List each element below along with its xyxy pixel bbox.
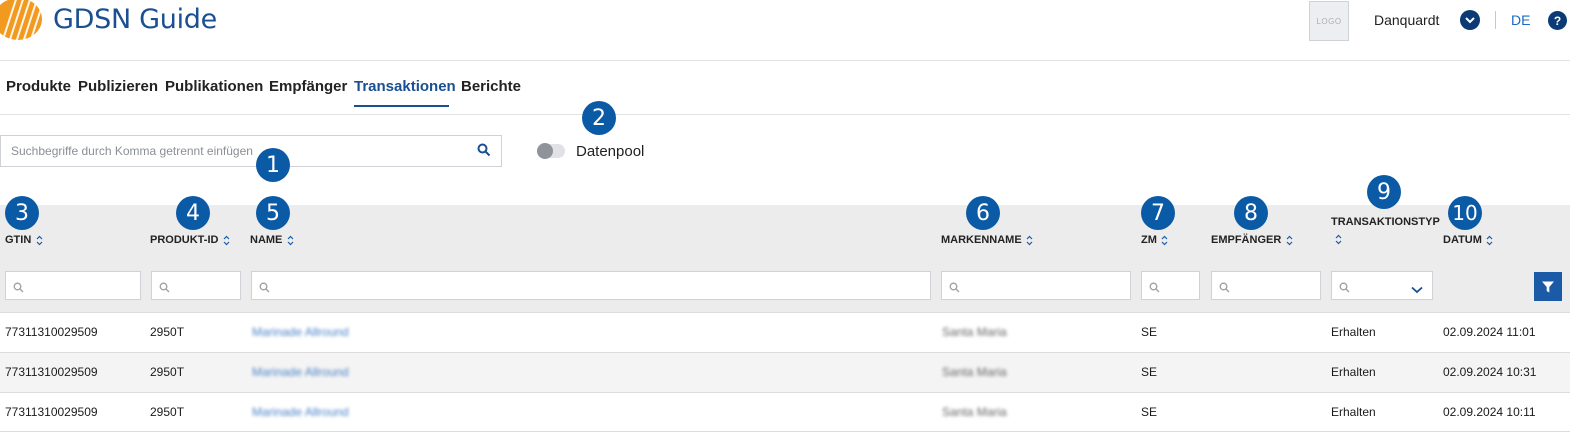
cell-markenname: Santa Maria	[942, 365, 1007, 379]
cell-produkt-id: 2950T	[150, 365, 185, 379]
table-row[interactable]: 77311310029509 2950T Marinade Allround S…	[0, 312, 1570, 352]
cell-datum: 02.09.2024 10:11	[1443, 405, 1536, 419]
callout-badge-4: 4	[176, 196, 210, 230]
column-header-label: EMPFÄNGER	[1211, 234, 1282, 246]
search-icon	[13, 280, 24, 298]
filter-input-empfaenger[interactable]	[1211, 271, 1321, 300]
search-placeholder: Suchbegriffe durch Komma getrennt einfüg…	[11, 144, 253, 158]
filter-select-transaktionstyp[interactable]	[1331, 271, 1433, 300]
main-nav: Produkte Publizieren Publikationen Empfä…	[0, 61, 1570, 115]
company-logo: LOGO	[1309, 1, 1349, 41]
nav-item-empfaenger[interactable]: Empfänger	[269, 78, 347, 95]
search-icon	[159, 280, 170, 298]
datenpool-label: Datenpool	[576, 143, 645, 160]
search-icon	[1339, 280, 1350, 298]
nav-item-transaktionen[interactable]: Transaktionen	[354, 78, 456, 95]
column-header-label: MARKENNAME	[941, 234, 1022, 246]
sort-icon[interactable]	[222, 235, 230, 246]
column-header-empfaenger[interactable]: EMPFÄNGER	[1211, 234, 1293, 246]
search-input[interactable]: Suchbegriffe durch Komma getrennt einfüg…	[0, 135, 502, 167]
column-header-label: DATUM	[1443, 234, 1482, 246]
filter-input-zm[interactable]	[1141, 271, 1200, 300]
gdsn-logo-icon	[0, 0, 44, 40]
sort-icon[interactable]	[286, 235, 294, 246]
header-divider	[1495, 11, 1496, 29]
language-switch[interactable]: DE	[1511, 12, 1530, 28]
callout-badge-9: 9	[1367, 175, 1401, 209]
column-header-markenname[interactable]: MARKENNAME	[941, 234, 1034, 246]
user-menu-chevron-icon[interactable]	[1460, 10, 1480, 30]
nav-item-produkte[interactable]: Produkte	[6, 78, 71, 95]
table-row[interactable]: 77311310029509 2950T Marinade Allround S…	[0, 352, 1570, 392]
cell-zm: SE	[1141, 365, 1158, 379]
nav-item-berichte[interactable]: Berichte	[461, 78, 521, 95]
filter-input-markenname[interactable]	[941, 271, 1131, 300]
column-header-label: PRODUKT-ID	[150, 234, 219, 246]
callout-badge-8: 8	[1234, 196, 1268, 230]
callout-badge-5: 5	[256, 196, 290, 230]
filter-icon[interactable]	[1534, 272, 1562, 301]
column-header-zm[interactable]: ZM	[1141, 234, 1169, 246]
search-icon[interactable]	[477, 143, 493, 159]
app-title[interactable]: GDSN Guide	[53, 4, 217, 35]
cell-name-link[interactable]: Marinade Allround	[252, 405, 349, 419]
cell-zm: SE	[1141, 325, 1158, 339]
column-header-label: GTIN	[5, 234, 32, 246]
sort-icon[interactable]	[1486, 235, 1494, 246]
column-header-transaktionstyp[interactable]: TRANSAKTIONSTYP	[1331, 216, 1440, 228]
search-icon	[1219, 280, 1230, 298]
nav-item-publikationen[interactable]: Publikationen	[165, 78, 263, 95]
toggle-knob	[537, 143, 553, 159]
column-header-gtin[interactable]: GTIN	[5, 234, 43, 246]
cell-transaktionstyp: Erhalten	[1331, 325, 1376, 339]
filter-input-name[interactable]	[251, 271, 931, 300]
callout-badge-3: 3	[5, 196, 39, 230]
search-icon	[949, 280, 960, 298]
search-icon	[259, 280, 270, 298]
cell-produkt-id: 2950T	[150, 405, 185, 419]
column-header-label: ZM	[1141, 234, 1157, 246]
cell-datum: 02.09.2024 10:31	[1443, 365, 1537, 379]
sort-icon[interactable]	[1334, 234, 1342, 245]
callout-badge-6: 6	[966, 196, 1000, 230]
active-tab-indicator	[354, 105, 449, 107]
cell-markenname: Santa Maria	[942, 405, 1007, 419]
cell-name-link[interactable]: Marinade Allround	[252, 325, 349, 339]
column-header-produkt-id[interactable]: PRODUKT-ID	[150, 234, 230, 246]
search-icon	[1149, 280, 1160, 298]
cell-transaktionstyp: Erhalten	[1331, 405, 1376, 419]
sort-icon[interactable]	[1285, 235, 1293, 246]
column-header-datum[interactable]: DATUM	[1443, 234, 1494, 246]
cell-name-link[interactable]: Marinade Allround	[252, 365, 349, 379]
cell-gtin: 77311310029509	[5, 325, 98, 339]
nav-item-publizieren[interactable]: Publizieren	[78, 78, 158, 95]
app-header: GDSN Guide LOGO Danquardt DE ?	[0, 0, 1570, 61]
help-icon[interactable]: ?	[1548, 11, 1567, 30]
cell-gtin: 77311310029509	[5, 365, 98, 379]
datenpool-toggle[interactable]	[537, 143, 565, 159]
cell-produkt-id: 2950T	[150, 325, 185, 339]
sort-icon[interactable]	[1161, 235, 1169, 246]
sort-icon-transaktionstyp[interactable]	[1334, 234, 1342, 245]
callout-badge-1: 1	[256, 148, 290, 182]
callout-badge-2: 2	[582, 101, 616, 135]
column-header-name[interactable]: NAME	[250, 234, 294, 246]
cell-zm: SE	[1141, 405, 1158, 419]
filter-input-produkt-id[interactable]	[151, 271, 241, 300]
filter-input-gtin[interactable]	[5, 271, 141, 300]
sort-icon[interactable]	[35, 235, 43, 246]
table-row[interactable]: 77311310029509 2950T Marinade Allround S…	[0, 392, 1570, 432]
cell-gtin: 77311310029509	[5, 405, 98, 419]
cell-markenname: Santa Maria	[942, 325, 1007, 339]
column-header-label: TRANSAKTIONSTYP	[1331, 216, 1440, 228]
callout-badge-7: 7	[1141, 196, 1175, 230]
callout-badge-10: 10	[1448, 196, 1482, 230]
cell-transaktionstyp: Erhalten	[1331, 365, 1376, 379]
user-name[interactable]: Danquardt	[1374, 12, 1439, 28]
sort-icon[interactable]	[1026, 235, 1034, 246]
column-header-label: NAME	[250, 234, 283, 246]
cell-datum: 02.09.2024 11:01	[1443, 325, 1536, 339]
chevron-down-icon	[1411, 281, 1423, 299]
